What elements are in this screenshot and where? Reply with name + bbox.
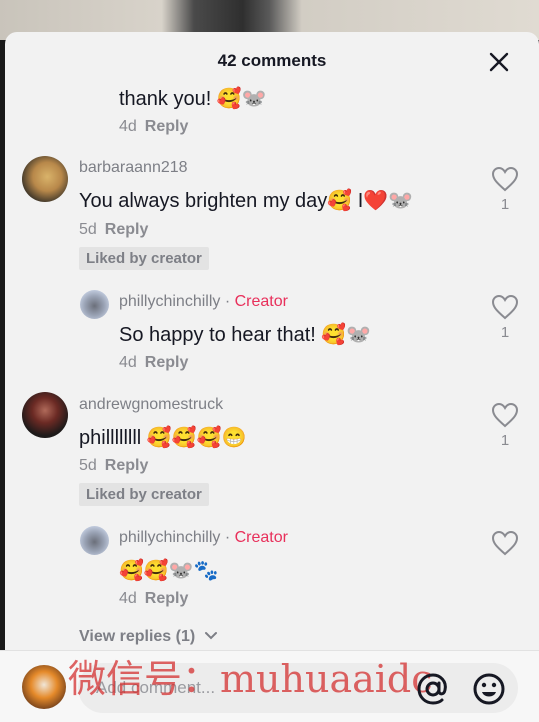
add-comment-input[interactable]	[78, 663, 518, 713]
comment-text: You always brighten my day🥰 I❤️🐭	[79, 190, 414, 212]
reply-button[interactable]: Reply	[145, 590, 189, 607]
comment-time: 5d	[79, 221, 97, 238]
view-replies-label: View replies (1)	[79, 628, 196, 645]
reply-button[interactable]: Reply	[105, 221, 149, 238]
comment-username[interactable]: phillychinchilly	[119, 529, 220, 546]
like-button[interactable]	[491, 294, 519, 320]
reply-button[interactable]: Reply	[145, 118, 189, 135]
creator-tag: Creator	[234, 293, 288, 310]
comment-time: 5d	[79, 457, 97, 474]
like-count: 1	[500, 324, 510, 341]
like-count: 1	[500, 432, 510, 449]
like-button[interactable]	[491, 402, 519, 428]
comment-meta: 5d Reply	[79, 457, 148, 475]
comment-time: 4d	[119, 354, 137, 371]
comment-username-line: phillychinchilly · Creator	[119, 293, 288, 311]
reply-button[interactable]: Reply	[145, 354, 189, 371]
comment-time: 4d	[119, 590, 137, 607]
emoji-icon	[473, 673, 505, 705]
heart-icon	[491, 530, 519, 556]
reply-button[interactable]: Reply	[105, 457, 149, 474]
heart-icon	[491, 294, 519, 320]
comment-meta: 4d Reply	[119, 590, 188, 608]
comment-text: phillllllll 🥰🥰🥰😁	[79, 427, 247, 449]
my-avatar	[22, 665, 66, 709]
at-icon	[417, 673, 447, 705]
creator-avatar[interactable]	[80, 290, 109, 319]
creator-tag: Creator	[234, 529, 288, 546]
chevron-down-icon	[204, 632, 217, 640]
close-button[interactable]	[485, 48, 513, 76]
like-count: 1	[500, 196, 510, 213]
emoji-button[interactable]	[472, 672, 506, 706]
like-button[interactable]	[491, 166, 519, 192]
comment-username[interactable]: barbaraann218	[79, 159, 188, 177]
separator: ·	[224, 529, 231, 546]
comment-username[interactable]: andrewgnomestruck	[79, 396, 223, 414]
mention-button[interactable]	[416, 672, 450, 706]
avatar[interactable]	[22, 392, 68, 438]
comment-meta: 5d Reply	[79, 221, 148, 239]
separator: ·	[224, 293, 231, 310]
comment-username[interactable]: phillychinchilly	[119, 293, 220, 310]
comment-input-bar	[0, 650, 539, 722]
heart-icon	[491, 166, 519, 192]
comment-username-line: phillychinchilly · Creator	[119, 529, 288, 547]
comment-text: So happy to hear that! 🥰🐭	[119, 324, 372, 346]
comment-text: thank you! 🥰🐭	[119, 88, 267, 110]
heart-icon	[491, 402, 519, 428]
comments-count-title: 42 comments	[217, 51, 327, 70]
comments-sheet: 42 comments thank you! 🥰🐭 4d Reply barbar…	[5, 32, 539, 721]
sheet-header: 42 comments	[5, 32, 539, 88]
close-icon	[489, 52, 509, 72]
avatar[interactable]	[22, 156, 68, 202]
liked-by-creator-badge: Liked by creator	[79, 247, 209, 270]
comment-text: 🥰🥰🐭🐾	[119, 560, 219, 582]
comment-time: 4d	[119, 118, 137, 135]
comment-meta: 4d Reply	[119, 354, 188, 372]
liked-by-creator-badge: Liked by creator	[79, 483, 209, 506]
creator-avatar[interactable]	[80, 526, 109, 555]
view-replies-button[interactable]: View replies (1)	[79, 628, 218, 646]
like-button[interactable]	[491, 530, 519, 556]
comment-meta: 4d Reply	[119, 118, 188, 136]
